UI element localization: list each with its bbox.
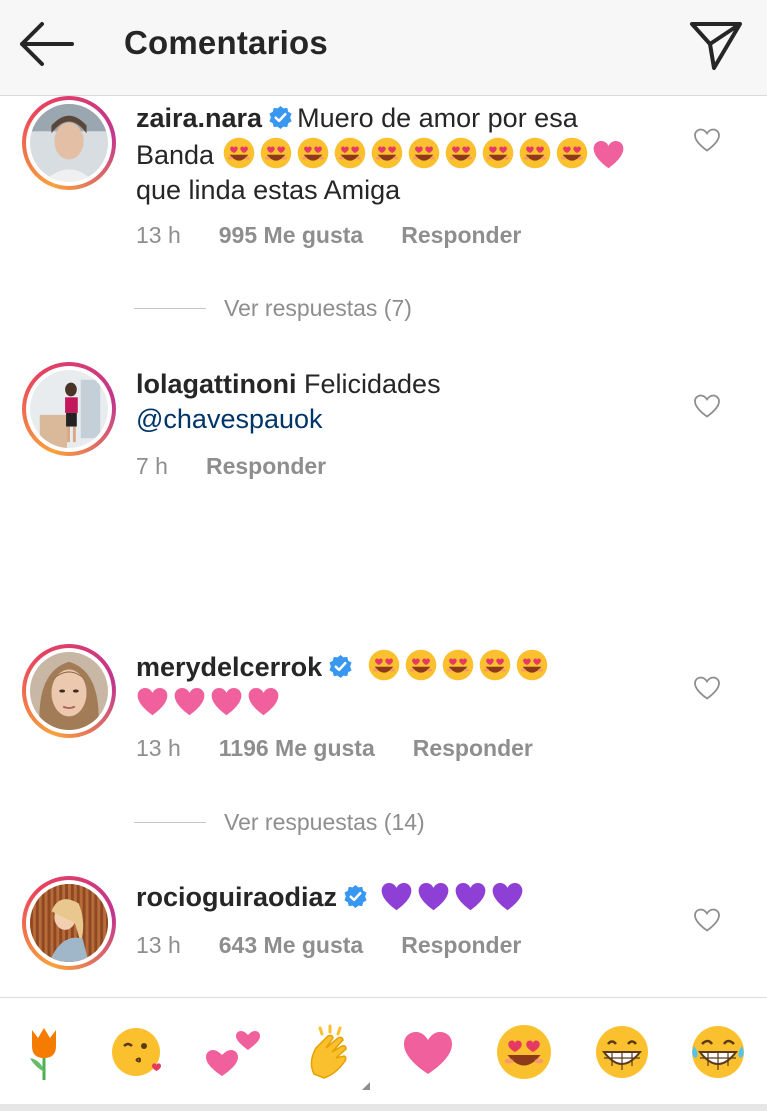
avatar[interactable]: [22, 876, 116, 970]
tears-of-joy-emoji-icon[interactable]: [688, 1022, 748, 1082]
pink-heart-emoji-icon: [210, 687, 243, 717]
back-arrow-icon[interactable]: [14, 16, 78, 72]
comment-likes[interactable]: 643 Me gusta: [219, 932, 363, 958]
avatar[interactable]: [22, 96, 116, 190]
heart-eyes-emoji-icon: [481, 136, 515, 170]
pink-heart-emoji-icon: [247, 687, 280, 717]
bottom-divider: [0, 1104, 767, 1111]
clapping-hands-emoji-icon[interactable]: [300, 1022, 360, 1082]
comment-text: Banda: [136, 140, 215, 170]
mention-link[interactable]: @chavespauok: [136, 404, 323, 434]
purple-heart-emoji-icon: [454, 882, 487, 912]
reply-button[interactable]: Responder: [401, 222, 521, 248]
reply-button[interactable]: Responder: [413, 735, 533, 761]
face-blowing-kiss-emoji-icon[interactable]: [108, 1022, 168, 1082]
purple-heart-emoji-icon: [417, 882, 450, 912]
verified-badge-icon: [343, 884, 368, 909]
heart-eyes-emoji-icon: [441, 648, 475, 682]
reply-button[interactable]: Responder: [401, 932, 521, 958]
pink-heart-emoji-icon: [173, 687, 206, 717]
comment-time: 7 h: [136, 453, 168, 479]
heart-eyes-emoji-icon: [407, 136, 441, 170]
corner-indicator: [362, 1082, 370, 1090]
like-heart-icon[interactable]: [693, 127, 721, 153]
quick-emoji-bar: [0, 997, 767, 1111]
top-bar: Comentarios: [0, 0, 767, 96]
tulip-emoji-icon[interactable]: [14, 1022, 74, 1082]
avatar[interactable]: [22, 644, 116, 738]
purple-heart-emoji-icon: [491, 882, 524, 912]
comment-username[interactable]: zaira.nara: [136, 103, 262, 133]
comment-time: 13 h: [136, 222, 181, 248]
comment-username[interactable]: rocioguiraodiaz: [136, 882, 337, 912]
reply-button[interactable]: Responder: [206, 453, 326, 479]
paper-plane-icon[interactable]: [684, 14, 748, 74]
grinning-face-emoji-icon[interactable]: [592, 1022, 652, 1082]
heart-eyes-emoji-icon: [259, 136, 293, 170]
pink-heart-emoji-icon: [592, 140, 625, 170]
view-replies-label[interactable]: Ver respuestas (14): [224, 809, 425, 835]
like-heart-icon[interactable]: [693, 675, 721, 701]
comment-text: Felicidades: [304, 369, 441, 399]
heart-eyes-emoji-icon: [478, 648, 512, 682]
heart-eyes-emoji-icon: [370, 136, 404, 170]
comment-username[interactable]: lolagattinoni: [136, 369, 296, 399]
avatar[interactable]: [22, 362, 116, 456]
comment-text: que linda estas Amiga: [136, 175, 401, 205]
pink-heart-emoji-icon: [136, 687, 169, 717]
divider-line: [134, 822, 206, 823]
divider-line: [134, 308, 206, 309]
heart-eyes-emoji-icon: [296, 136, 330, 170]
like-heart-icon[interactable]: [693, 393, 721, 419]
verified-badge-icon: [328, 654, 353, 679]
comment-username[interactable]: merydelcerrok: [136, 652, 322, 682]
purple-heart-emoji-icon: [380, 882, 413, 912]
comment-likes[interactable]: 995 Me gusta: [219, 222, 363, 248]
page-title: Comentarios: [124, 24, 328, 61]
heart-emoji-icon[interactable]: [398, 1022, 458, 1082]
two-hearts-emoji-icon[interactable]: [204, 1022, 264, 1082]
heart-eyes-emoji-icon: [515, 648, 549, 682]
view-replies-button[interactable]: Ver respuestas (7): [134, 295, 412, 322]
comment-time: 13 h: [136, 735, 181, 761]
heart-eyes-emoji-icon: [555, 136, 589, 170]
heart-eyes-emoji-icon: [333, 136, 367, 170]
heart-eyes-emoji-icon: [404, 648, 438, 682]
heart-eyes-emoji-icon: [367, 648, 401, 682]
heart-eyes-emoji-icon: [518, 136, 552, 170]
view-replies-label[interactable]: Ver respuestas (7): [224, 295, 412, 321]
like-heart-icon[interactable]: [693, 907, 721, 933]
comment-text: Muero de amor por esa: [297, 103, 578, 133]
verified-badge-icon: [268, 105, 293, 130]
heart-eyes-emoji-icon: [222, 136, 256, 170]
view-replies-button[interactable]: Ver respuestas (14): [134, 809, 425, 836]
heart-eyes-emoji-icon: [444, 136, 478, 170]
heart-eyes-face-emoji-icon[interactable]: [494, 1022, 554, 1082]
comment-time: 13 h: [136, 932, 181, 958]
comment-likes[interactable]: 1196 Me gusta: [219, 735, 375, 761]
